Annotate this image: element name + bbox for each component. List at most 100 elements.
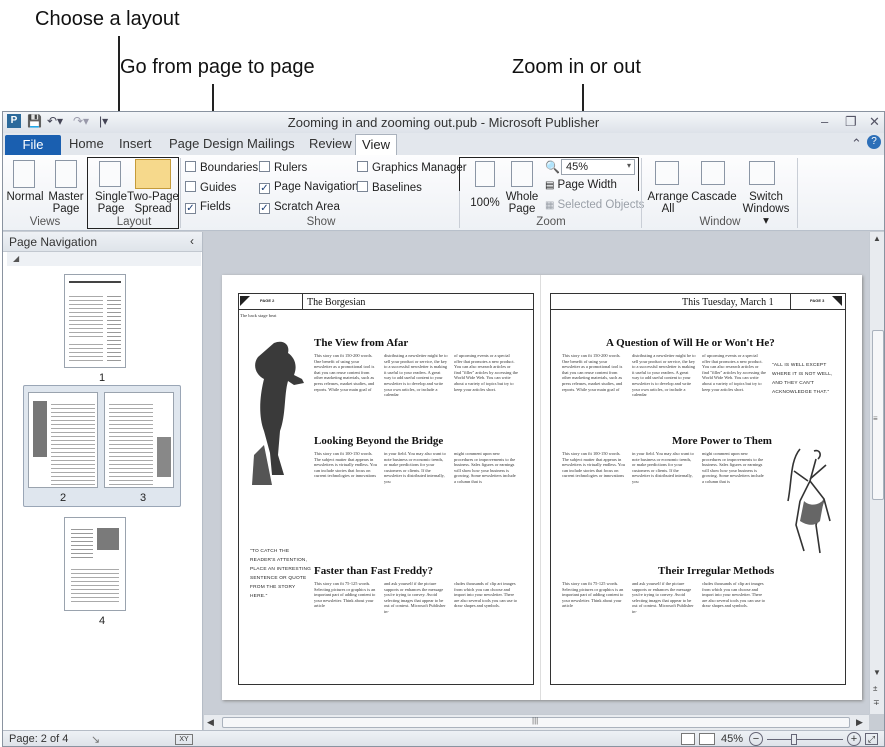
page-number-2: 2 <box>60 492 67 504</box>
graphics-manager-checkbox[interactable]: Graphics Manager <box>357 161 467 174</box>
minimize-icon[interactable]: – <box>821 114 828 129</box>
spread-gutter <box>540 275 541 700</box>
single-page-label-2: Page <box>97 203 125 215</box>
scratch-area-check: ✓ <box>259 203 270 214</box>
tab-insert[interactable]: Insert <box>119 136 152 151</box>
master-page-button[interactable]: Master Page <box>45 191 87 215</box>
single-page-label-1: Single <box>95 191 127 203</box>
scroll-left-icon[interactable]: ◀ <box>207 717 214 728</box>
page-2[interactable]: PAGE 2 The Borgesian The back stage beat… <box>222 275 540 700</box>
hundred-percent-button[interactable]: 100% <box>467 197 503 209</box>
arrange-all-icon <box>655 161 679 185</box>
arrange-all-button[interactable]: Arrange All <box>647 191 689 215</box>
zoom-magnifier-icon: 🔍 <box>545 160 560 174</box>
article-column: This story can fit 150-200 words. One be… <box>314 353 375 392</box>
minimize-ribbon-icon[interactable]: ⌃ <box>851 136 862 152</box>
switch-label-2: Windows <box>742 203 790 215</box>
section-collapse-icon[interactable]: ◢ <box>7 252 201 266</box>
baselines-checkbox[interactable]: Baselines <box>357 181 422 194</box>
guides-checkbox[interactable]: Guides <box>185 181 236 194</box>
page-navigation-title: Page Navigation <box>9 235 98 249</box>
previous-page-icon[interactable]: ± <box>873 684 877 693</box>
thumb-text <box>69 293 103 337</box>
tab-file[interactable]: File <box>5 135 61 155</box>
page-width-button[interactable]: ▤ Page Width <box>545 179 617 191</box>
thumb-text <box>107 293 121 363</box>
scroll-up-icon[interactable]: ▲ <box>873 234 881 243</box>
thumb-line <box>69 281 121 283</box>
zoom-in-icon[interactable]: + <box>847 732 861 746</box>
zoom-slider-thumb[interactable] <box>791 734 797 745</box>
fields-check: ✓ <box>185 203 196 214</box>
tab-view[interactable]: View <box>355 134 397 156</box>
single-page-view-icon[interactable] <box>681 733 695 745</box>
page-thumbnail-spread-selected[interactable]: 2 3 <box>23 385 181 507</box>
tab-mailings[interactable]: Mailings <box>247 136 295 151</box>
whole-page-button[interactable]: Whole Page <box>503 191 541 215</box>
page-thumbnail-1[interactable] <box>64 274 126 368</box>
ribbon-tabs: File Home Insert Page Design Mailings Re… <box>3 133 884 156</box>
help-icon[interactable]: ? <box>867 135 881 149</box>
scroll-down-icon[interactable]: ▼ <box>873 668 881 677</box>
next-page-icon[interactable]: ∓ <box>873 698 880 707</box>
rulers-checkbox[interactable]: Rulers <box>259 161 307 174</box>
hundred-percent-icon <box>475 161 495 187</box>
scratch-area-checkbox[interactable]: ✓ Scratch Area <box>259 201 340 214</box>
page-navigation-pane: Page Navigation ‹ ◢ 1 2 3 4 <box>3 232 203 730</box>
single-page-button[interactable]: Single Page <box>91 191 131 215</box>
cascade-button[interactable]: Cascade <box>691 191 737 203</box>
fields-checkbox[interactable]: ✓ Fields <box>185 201 231 214</box>
horizontal-scrollbar[interactable]: ◀ ||| ▶ <box>204 714 869 730</box>
page-3[interactable]: This Tuesday, March 1 PAGE 3 A Question … <box>542 275 860 700</box>
switch-windows-icon <box>749 161 775 185</box>
zoom-out-icon[interactable]: − <box>749 732 763 746</box>
thumb-text <box>69 341 103 363</box>
normal-button[interactable]: Normal <box>5 191 45 203</box>
selected-objects-icon: ▦ <box>545 200 555 211</box>
status-bar: Page: 2 of 4 ↘ XY 45% − + ⤢ <box>3 730 884 746</box>
close-icon[interactable]: ✕ <box>869 114 880 130</box>
page-thumbnail-4[interactable] <box>64 517 126 611</box>
thumb-text <box>109 401 153 485</box>
article-column: of upcoming events or a special offer th… <box>702 353 766 392</box>
tab-review[interactable]: Review <box>309 136 352 151</box>
page-number-1: 1 <box>99 372 106 384</box>
tab-home[interactable]: Home <box>69 136 104 151</box>
boundaries-checkbox[interactable]: Boundaries <box>185 161 258 174</box>
zoom-slider-track[interactable] <box>767 739 843 740</box>
group-separator <box>641 158 642 228</box>
page-navigation-check: ✓ <box>259 183 270 194</box>
two-page-view-icon[interactable] <box>699 733 715 745</box>
collapse-pane-icon[interactable]: ‹ <box>190 234 194 248</box>
chevron-down-icon[interactable]: ▾ <box>627 161 631 170</box>
page-navigation-checkbox[interactable]: ✓ Page Navigation <box>259 181 358 194</box>
fit-page-icon[interactable]: ⤢ <box>865 733 878 745</box>
page-thumbnail-2[interactable] <box>28 392 98 488</box>
two-page-spread-button[interactable]: Two-Page Spread <box>127 191 179 215</box>
cursor-position-icon: ↘ <box>91 734 101 746</box>
restore-icon[interactable]: ❐ <box>845 114 857 130</box>
graphics-manager-label: Graphics Manager <box>372 162 467 174</box>
selected-objects-button[interactable]: ▦ Selected Objects <box>545 199 644 211</box>
grip-icon: ||| <box>532 716 539 725</box>
page-indicator[interactable]: Page: 2 of 4 <box>9 733 68 745</box>
arrange-label-2: All <box>661 203 675 215</box>
guides-check <box>185 181 196 192</box>
headline-looking-beyond: Looking Beyond the Bridge <box>314 435 444 447</box>
two-page-spread[interactable]: PAGE 2 The Borgesian The back stage beat… <box>222 275 862 700</box>
views-group-label: Views <box>29 216 61 228</box>
vertical-scrollbar[interactable]: ▲ ≡ ▼ ± ∓ <box>869 232 884 714</box>
page-header-title: The Borgesian <box>307 297 366 308</box>
scroll-right-icon[interactable]: ▶ <box>856 717 863 728</box>
article-column: This story can fit 100-150 words. The su… <box>314 451 377 479</box>
tab-page-design[interactable]: Page Design <box>169 136 243 151</box>
rulers-check <box>259 161 270 172</box>
document-workspace[interactable]: PAGE 2 The Borgesian The back stage beat… <box>204 232 869 714</box>
fields-label: Fields <box>200 201 231 213</box>
page-thumbnail-3[interactable] <box>104 392 174 488</box>
window-group-label: Window <box>699 216 741 228</box>
page-number-4: 4 <box>99 615 106 627</box>
page-tag: PAGE 2 <box>260 298 275 303</box>
article-column: cludes thousands of clip art images from… <box>454 581 518 609</box>
zoom-combobox[interactable]: 45% ▾ <box>561 159 635 175</box>
